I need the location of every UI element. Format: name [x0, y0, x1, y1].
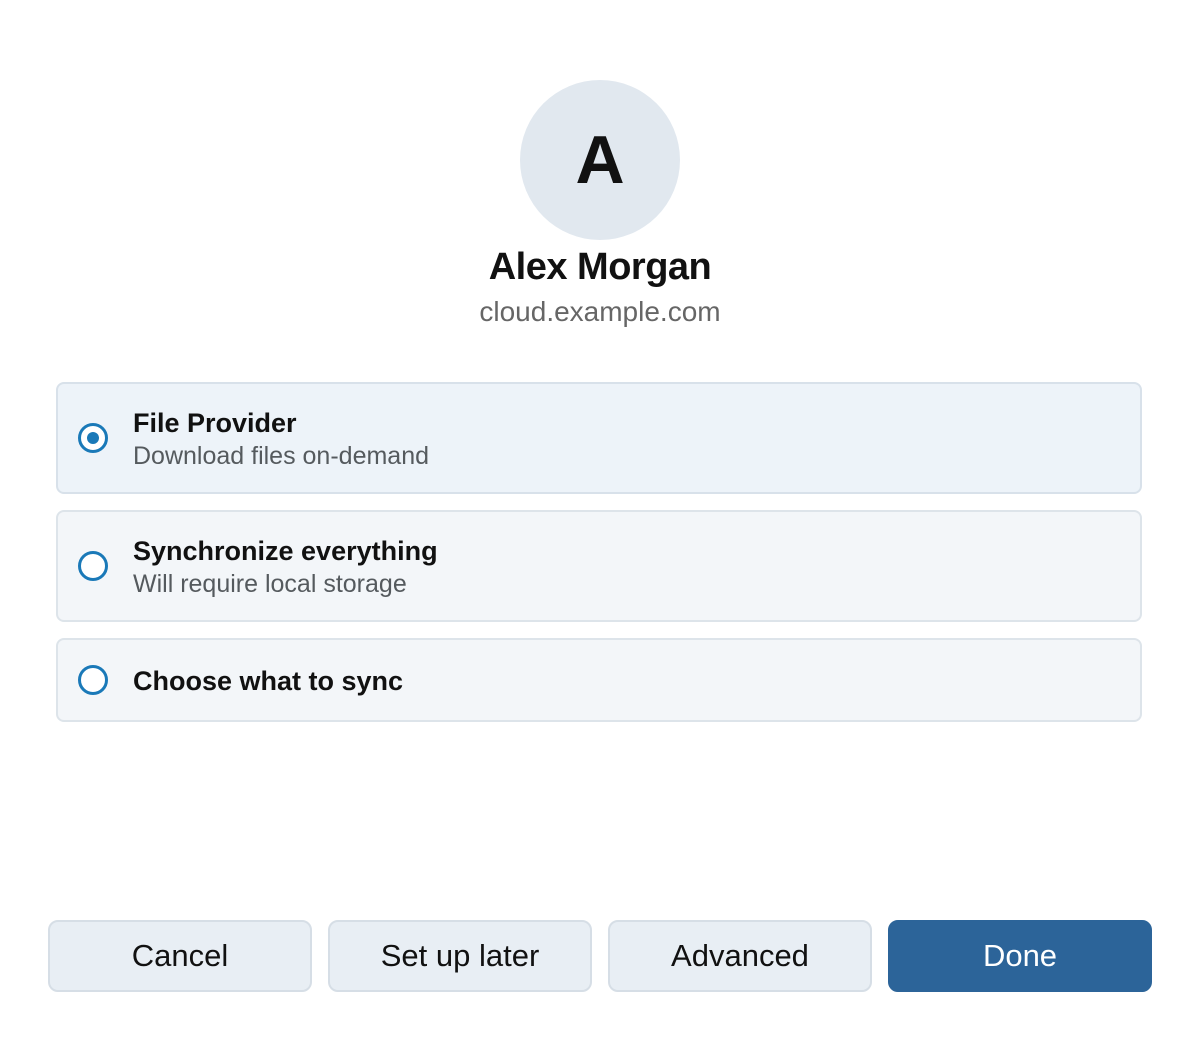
option-title: File Provider — [133, 408, 297, 438]
option-synchronize-everything[interactable]: Synchronize everything Will require loca… — [56, 510, 1142, 622]
option-file-provider[interactable]: File Provider Download files on-demand — [56, 382, 1142, 494]
done-button[interactable]: Done — [888, 920, 1152, 992]
option-subtitle: Download files on-demand — [133, 442, 430, 470]
radio-selected-icon[interactable] — [78, 423, 108, 453]
option-title: Synchronize everything — [133, 536, 438, 566]
avatar: A — [520, 80, 680, 240]
option-subtitle: Will require local storage — [133, 570, 407, 598]
avatar-initial: A — [575, 122, 625, 198]
server-url: cloud.example.com — [479, 296, 721, 327]
cancel-button[interactable]: Cancel — [48, 920, 312, 992]
setup-later-button[interactable]: Set up later — [328, 920, 592, 992]
radio-unselected-icon[interactable] — [78, 665, 108, 695]
option-title: Choose what to sync — [133, 666, 404, 696]
account-setup-dialog: A Alex Morgan cloud.example.com File Pro… — [0, 0, 1200, 1040]
advanced-button[interactable]: Advanced — [608, 920, 872, 992]
option-choose-what-to-sync[interactable]: Choose what to sync — [56, 638, 1142, 722]
account-name: Alex Morgan — [488, 246, 712, 288]
radio-unselected-icon[interactable] — [78, 551, 108, 581]
